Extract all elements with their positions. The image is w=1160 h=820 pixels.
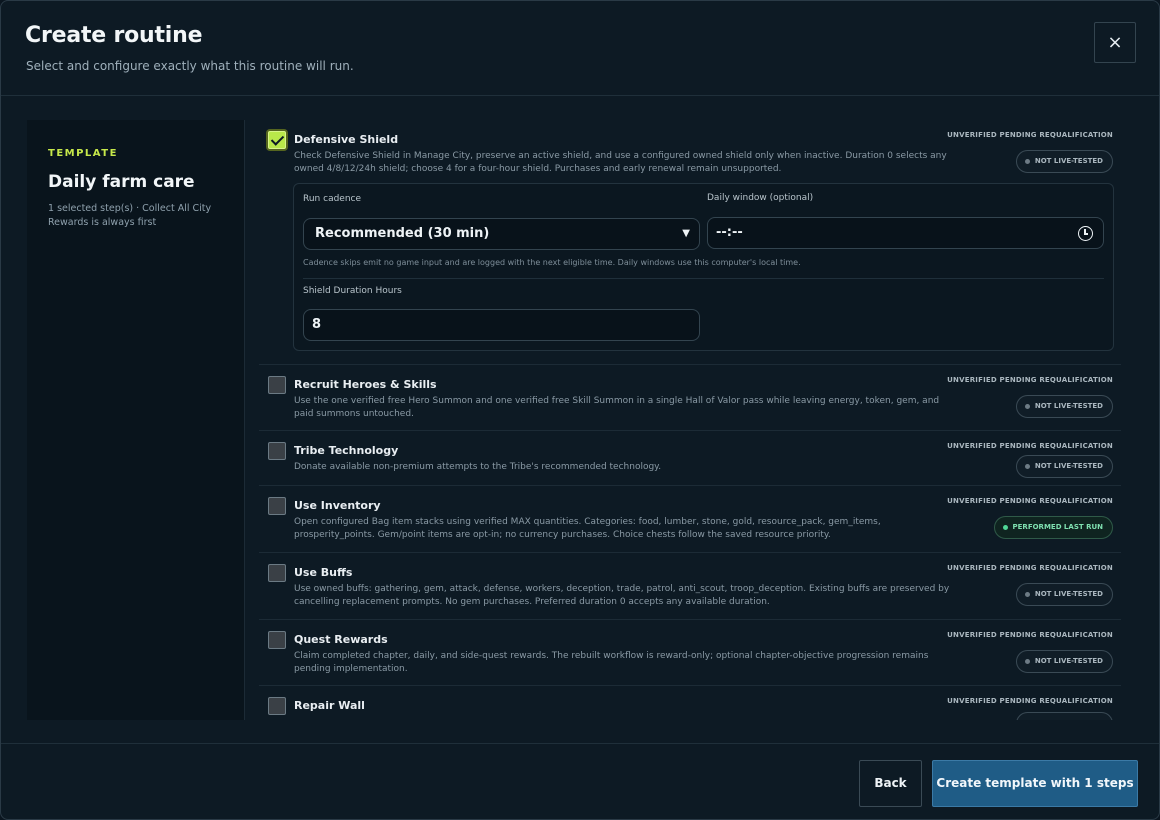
config-divider xyxy=(303,278,1104,279)
chevron-down-icon: ▼ xyxy=(682,228,690,239)
create-template-button[interactable]: Create template with 1 steps xyxy=(932,760,1138,807)
status-label: UNVERIFIED PENDING REQUALIFICATION xyxy=(947,497,1113,505)
daily-window-input[interactable]: --:-- xyxy=(707,217,1104,249)
step-description: Open configured Bag item stacks using ve… xyxy=(294,517,881,540)
shield-duration-input[interactable]: 8 xyxy=(303,309,700,341)
status-badge: NOT LIVE-TESTED xyxy=(1015,455,1113,478)
template-kicker: TEMPLATE xyxy=(48,148,118,159)
close-button[interactable]: × xyxy=(1094,22,1136,63)
step-title: Recruit Heroes & Skills xyxy=(294,378,437,391)
step-title: Use Buffs xyxy=(294,566,353,579)
step-title: Repair Wall xyxy=(294,699,365,712)
template-name: Daily farm care xyxy=(48,172,195,192)
step-checkbox[interactable] xyxy=(268,631,286,649)
step-use-inventory: Use Inventory Open configured Bag item s… xyxy=(259,486,1121,553)
status-label: UNVERIFIED PENDING REQUALIFICATION xyxy=(947,564,1113,572)
template-sidebar: TEMPLATE Daily farm care 1 selected step… xyxy=(27,120,245,720)
cadence-label: Run cadence xyxy=(303,194,362,204)
step-description: Check Defensive Shield in Manage City, p… xyxy=(294,151,947,174)
status-badge: NOT LIVE-TESTED xyxy=(1015,583,1113,606)
step-checkbox[interactable] xyxy=(268,564,286,582)
step-description: Use the one verified free Hero Summon an… xyxy=(294,396,940,419)
step-checkbox[interactable] xyxy=(268,697,286,715)
daily-window-label: Daily window (optional) xyxy=(707,193,814,203)
dialog-header: Create routine Select and configure exac… xyxy=(1,1,1159,96)
status-label: UNVERIFIED PENDING REQUALIFICATION xyxy=(947,442,1113,450)
step-title: Quest Rewards xyxy=(294,633,388,646)
cadence-value: Recommended (30 min) xyxy=(315,226,490,241)
step-title: Tribe Technology xyxy=(294,444,399,457)
step-description: Use owned buffs: gathering, gem, attack,… xyxy=(294,584,950,607)
status-badge: PERFORMED LAST RUN xyxy=(993,516,1113,539)
dialog-title: Create routine xyxy=(25,23,203,48)
step-description: Donate available non-premium attempts to… xyxy=(294,462,662,472)
step-recruit-heroes-skills: Recruit Heroes & Skills Use the one veri… xyxy=(259,365,1121,431)
daily-window-value: --:-- xyxy=(716,225,743,240)
step-checkbox[interactable] xyxy=(268,131,286,149)
step-tribe-technology: Tribe Technology Donate available non-pr… xyxy=(259,431,1121,486)
shield-duration-label: Shield Duration Hours xyxy=(303,286,402,296)
status-label: UNVERIFIED PENDING REQUALIFICATION xyxy=(947,631,1113,639)
step-checkbox[interactable] xyxy=(268,497,286,515)
status-badge: NOT LIVE-TESTED xyxy=(1015,650,1113,673)
dialog-subtitle: Select and configure exactly what this r… xyxy=(26,59,354,73)
step-checkbox[interactable] xyxy=(268,442,286,460)
step-description: Claim completed chapter, daily, and side… xyxy=(294,651,929,674)
step-list[interactable]: Defensive Shield Check Defensive Shield … xyxy=(259,120,1121,720)
status-badge: NOT LIVE-TESTED xyxy=(1015,150,1113,173)
status-badge: NOT LIVE-TESTED xyxy=(1015,395,1113,418)
shield-duration-value: 8 xyxy=(312,317,322,332)
step-use-buffs: Use Buffs Use owned buffs: gathering, ge… xyxy=(259,553,1121,620)
create-routine-dialog: Create routine Select and configure exac… xyxy=(0,0,1160,820)
clock-icon[interactable] xyxy=(1078,226,1093,241)
step-defensive-shield: Defensive Shield Check Defensive Shield … xyxy=(259,120,1121,365)
step-repair-wall: Repair Wall UNVERIFIED PENDING REQUALIFI… xyxy=(259,686,1121,720)
close-icon: × xyxy=(1107,32,1123,53)
step-title: Use Inventory xyxy=(294,499,381,512)
status-label: UNVERIFIED PENDING REQUALIFICATION xyxy=(947,376,1113,384)
status-badge: NOT LIVE-TESTED xyxy=(1015,712,1113,720)
status-label: UNVERIFIED PENDING REQUALIFICATION xyxy=(947,697,1113,705)
cadence-hint: Cadence skips emit no game input and are… xyxy=(303,258,801,267)
status-label: UNVERIFIED PENDING REQUALIFICATION xyxy=(947,131,1113,139)
back-button[interactable]: Back xyxy=(859,760,922,807)
step-config-panel: Run cadence Recommended (30 min) ▼ Daily… xyxy=(293,183,1114,351)
step-title: Defensive Shield xyxy=(294,133,399,146)
dialog-footer: Back Create template with 1 steps xyxy=(1,743,1159,819)
cadence-select[interactable]: Recommended (30 min) ▼ xyxy=(303,218,700,250)
template-description: 1 selected step(s) · Collect All City Re… xyxy=(48,203,212,228)
step-quest-rewards: Quest Rewards Claim completed chapter, d… xyxy=(259,620,1121,686)
step-checkbox[interactable] xyxy=(268,376,286,394)
